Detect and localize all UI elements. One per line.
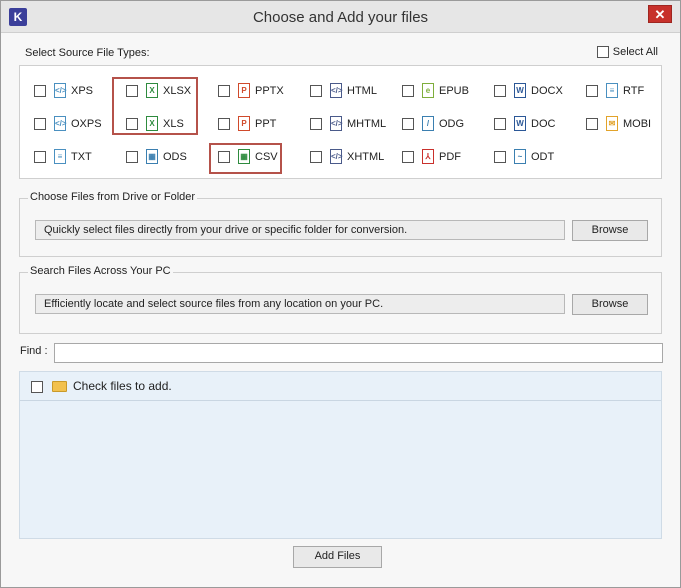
file-type-label: TXT: [71, 151, 92, 163]
files-list-header-label: Check files to add.: [73, 379, 172, 393]
file-type-label: MOBI: [623, 118, 652, 130]
file-type-checkbox[interactable]: [402, 151, 414, 163]
drive-folder-section: Choose Files from Drive or Folder Quickl…: [19, 191, 662, 257]
file-type-checkbox[interactable]: [34, 118, 46, 130]
xhtml-icon: </>: [330, 149, 343, 164]
file-type-checkbox[interactable]: [218, 85, 230, 97]
add-files-button[interactable]: Add Files: [293, 546, 382, 568]
drive-section-title: Choose Files from Drive or Folder: [28, 191, 198, 203]
ods-icon: ▦: [146, 149, 158, 164]
file-type-checkbox[interactable]: [494, 151, 506, 163]
file-type-label: ODG: [439, 118, 465, 130]
file-type-label: PPTX: [255, 85, 284, 97]
odt-icon: ~: [514, 149, 526, 164]
title-bar: K Choose and Add your files ✕: [1, 1, 680, 33]
select-all-label: Select All: [612, 46, 658, 58]
html-icon: </>: [330, 83, 343, 98]
file-type-checkbox[interactable]: [494, 85, 506, 97]
file-type-checkbox[interactable]: [310, 85, 322, 97]
xls-icon: X: [146, 116, 158, 131]
file-type-checkbox[interactable]: [218, 151, 230, 163]
file-type-label: MHTML: [347, 118, 387, 130]
file-type-checkbox[interactable]: [34, 85, 46, 97]
file-type-checkbox[interactable]: [126, 118, 138, 130]
file-type-checkbox[interactable]: [218, 118, 230, 130]
window-title: Choose and Add your files: [252, 9, 429, 26]
rtf-icon: ≡: [606, 83, 618, 98]
pptx-icon: P: [238, 83, 250, 98]
file-type-label: DOCX: [531, 85, 563, 97]
file-type-label: ODT: [531, 151, 555, 163]
file-types-label: Select Source File Types:: [25, 47, 150, 59]
pdf-icon: ⅄: [422, 149, 434, 164]
oxps-icon: </>: [54, 116, 67, 131]
xps-icon: </>: [54, 83, 67, 98]
find-input[interactable]: [54, 343, 663, 363]
file-type-checkbox[interactable]: [586, 85, 598, 97]
file-type-label: XHTML: [347, 151, 385, 163]
csv-icon: ▦: [238, 149, 250, 164]
file-type-checkbox[interactable]: [402, 118, 414, 130]
file-type-checkbox[interactable]: [586, 118, 598, 130]
file-type-checkbox[interactable]: [126, 85, 138, 97]
file-type-label: XLSX: [163, 85, 192, 97]
folder-icon: [52, 381, 67, 392]
txt-icon: ≡: [54, 149, 66, 164]
files-list-header: Check files to add.: [20, 372, 661, 401]
file-type-checkbox[interactable]: [126, 151, 138, 163]
file-type-checkbox[interactable]: [34, 151, 46, 163]
browse-drive-button[interactable]: Browse: [572, 220, 648, 241]
search-pc-section: Search Files Across Your PC Efficiently …: [19, 265, 662, 334]
search-section-title: Search Files Across Your PC: [28, 265, 173, 277]
browse-search-button[interactable]: Browse: [572, 294, 648, 315]
mhtml-icon: </>: [330, 116, 343, 131]
doc-icon: W: [514, 116, 526, 131]
select-all-toggle[interactable]: Select All: [596, 46, 658, 59]
file-type-label: DOC: [531, 118, 556, 130]
file-type-label: ODS: [163, 151, 187, 163]
file-type-checkbox[interactable]: [402, 85, 414, 97]
docx-icon: W: [514, 83, 526, 98]
file-type-label: HTML: [347, 85, 377, 97]
file-type-label: OXPS: [71, 118, 102, 130]
file-type-label: XPS: [71, 85, 94, 97]
file-type-checkbox[interactable]: [494, 118, 506, 130]
check-all-files-checkbox[interactable]: [31, 381, 43, 393]
file-type-label: XLS: [163, 118, 184, 130]
odg-icon: /: [422, 116, 434, 131]
file-type-label: CSV: [255, 151, 278, 163]
choose-files-dialog: K Choose and Add your files ✕ Select Sou…: [0, 0, 681, 588]
file-types-panel: </> XPS X XLSX P PPTX </> HTML e EPUB W DOCX ≡ RTF </>…: [19, 65, 662, 179]
file-type-label: PPT: [255, 118, 277, 130]
xlsx-icon: X: [146, 83, 158, 98]
file-type-label: PDF: [439, 151, 461, 163]
ppt-icon: P: [238, 116, 250, 131]
file-type-label: RTF: [623, 85, 645, 97]
select-all-checkbox[interactable]: [596, 46, 609, 59]
find-label: Find :: [20, 345, 48, 357]
epub-icon: e: [422, 83, 434, 98]
search-description: Efficiently locate and select source fil…: [35, 294, 565, 314]
drive-description: Quickly select files directly from your …: [35, 220, 565, 240]
file-type-label: EPUB: [439, 85, 469, 97]
mobi-icon: ✉: [606, 116, 618, 131]
file-type-checkbox[interactable]: [310, 118, 322, 130]
file-type-checkbox[interactable]: [310, 151, 322, 163]
files-list: Check files to add.: [19, 371, 662, 539]
close-button[interactable]: ✕: [648, 5, 672, 23]
